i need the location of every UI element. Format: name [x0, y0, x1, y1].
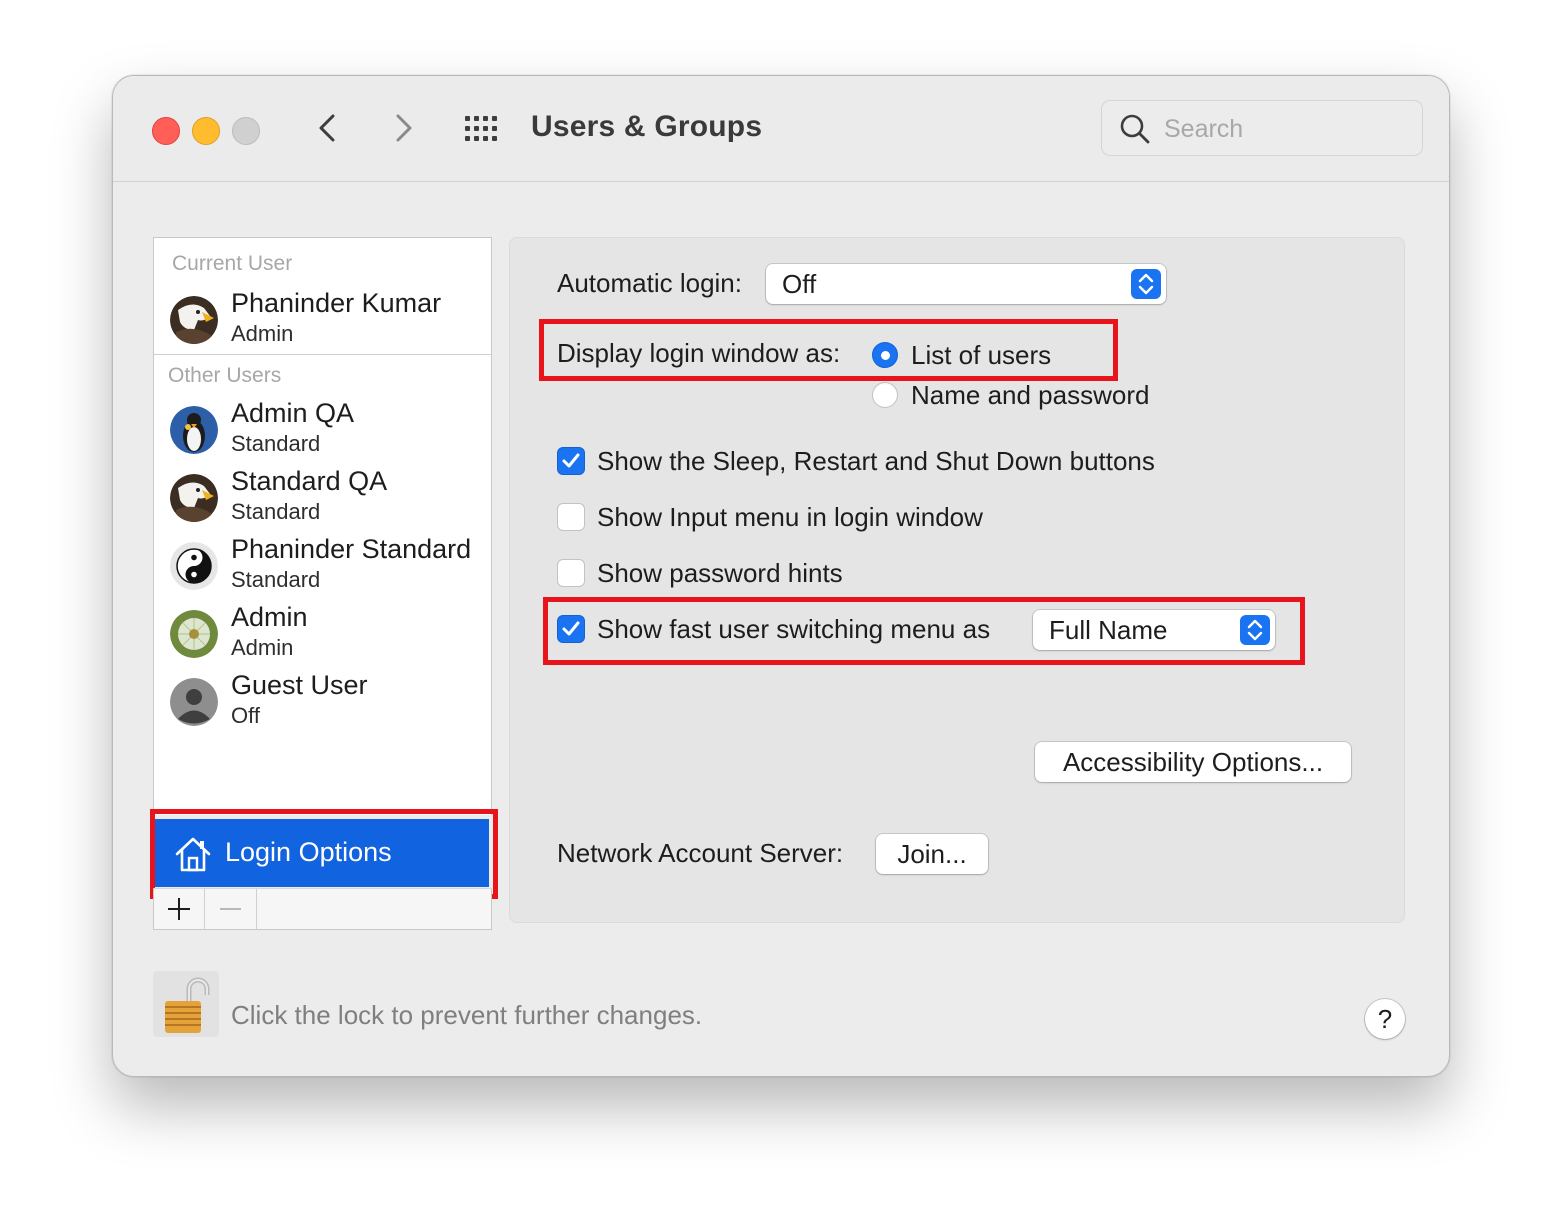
- eagle-avatar-icon: [170, 296, 218, 344]
- checkbox-label: Show the Sleep, Restart and Shut Down bu…: [597, 446, 1155, 476]
- radio-label: Name and password: [911, 380, 1150, 410]
- grid-icon: [465, 116, 497, 141]
- automatic-login-value: Off: [782, 269, 817, 299]
- user-row[interactable]: Phaninder Standard Standard: [154, 534, 491, 596]
- checkbox-show-input-menu[interactable]: [557, 503, 585, 531]
- chevron-right-icon: [396, 114, 412, 142]
- checkbox-show-password-hints[interactable]: [557, 559, 585, 587]
- silhouette-avatar-icon: [170, 678, 218, 726]
- current-user-header: Current User: [172, 252, 293, 275]
- window-title: Users & Groups: [531, 110, 763, 143]
- user-name: Admin QA: [231, 398, 355, 428]
- eagle-avatar-icon: [170, 474, 218, 522]
- highlight-box: [543, 597, 1305, 665]
- user-row-current[interactable]: Phaninder Kumar Admin: [154, 288, 491, 350]
- search-field[interactable]: [1101, 100, 1423, 156]
- user-name: Admin: [231, 602, 308, 632]
- user-role: Admin: [231, 321, 294, 346]
- user-name: Guest User: [231, 670, 368, 700]
- user-role: Standard: [231, 499, 321, 524]
- user-row[interactable]: Admin QA Standard: [154, 398, 491, 460]
- highlight-box: [150, 809, 498, 899]
- user-name: Phaninder Kumar: [231, 288, 442, 318]
- user-role: Off: [231, 703, 260, 728]
- highlight-box: [539, 319, 1118, 381]
- titlebar: Users & Groups: [113, 76, 1449, 182]
- user-row[interactable]: Standard QA Standard: [154, 466, 491, 528]
- user-role: Admin: [231, 635, 294, 660]
- dandelion-avatar-icon: [170, 610, 218, 658]
- search-icon: [1120, 114, 1150, 144]
- minus-icon: [220, 908, 241, 910]
- user-row[interactable]: Guest User Off: [154, 670, 491, 732]
- remove-user-button[interactable]: [205, 889, 257, 929]
- minimize-button[interactable]: [192, 117, 220, 145]
- list-footer: [153, 888, 492, 930]
- add-user-button[interactable]: [154, 889, 205, 929]
- user-name: Phaninder Standard: [231, 534, 472, 564]
- popup-arrows-icon: [1131, 269, 1161, 299]
- preferences-window: Users & Groups Current User Phaninder: [112, 75, 1450, 1077]
- help-button[interactable]: ?: [1365, 999, 1405, 1039]
- join-button[interactable]: Join...: [876, 834, 988, 874]
- user-name: Standard QA: [231, 466, 388, 496]
- close-button[interactable]: [152, 117, 180, 145]
- zoom-button[interactable]: [232, 117, 260, 145]
- lock-button[interactable]: [153, 971, 219, 1037]
- other-users-header: Other Users: [168, 364, 282, 387]
- accessibility-options-button[interactable]: Accessibility Options...: [1035, 742, 1351, 782]
- users-list[interactable]: Current User Phaninder Kumar Admin Other…: [153, 237, 492, 815]
- divider: [154, 354, 491, 355]
- checkbox-show-sleep-restart[interactable]: [557, 447, 585, 475]
- checkbox-label: Show Input menu in login window: [597, 502, 983, 532]
- forward-button[interactable]: [383, 108, 423, 148]
- back-button[interactable]: [308, 108, 348, 148]
- chevron-left-icon: [319, 114, 335, 142]
- user-role: Standard: [231, 567, 321, 592]
- show-all-button[interactable]: [463, 114, 503, 144]
- user-role: Standard: [231, 431, 321, 456]
- search-input[interactable]: [1162, 109, 1416, 149]
- unlocked-padlock-icon: [165, 977, 210, 1033]
- user-row[interactable]: Admin Admin: [154, 602, 491, 664]
- lock-status-text: Click the lock to prevent further change…: [231, 1000, 703, 1030]
- network-account-label: Network Account Server:: [557, 838, 844, 868]
- yin-yang-avatar-icon: [170, 542, 218, 590]
- penguin-avatar-icon: [170, 406, 218, 454]
- automatic-login-popup[interactable]: Off: [766, 264, 1166, 304]
- radio-name-and-password[interactable]: [872, 382, 898, 408]
- automatic-login-label: Automatic login:: [557, 268, 742, 298]
- checkmark-icon: [562, 453, 580, 468]
- plus-icon: [168, 898, 190, 920]
- checkbox-label: Show password hints: [597, 558, 843, 588]
